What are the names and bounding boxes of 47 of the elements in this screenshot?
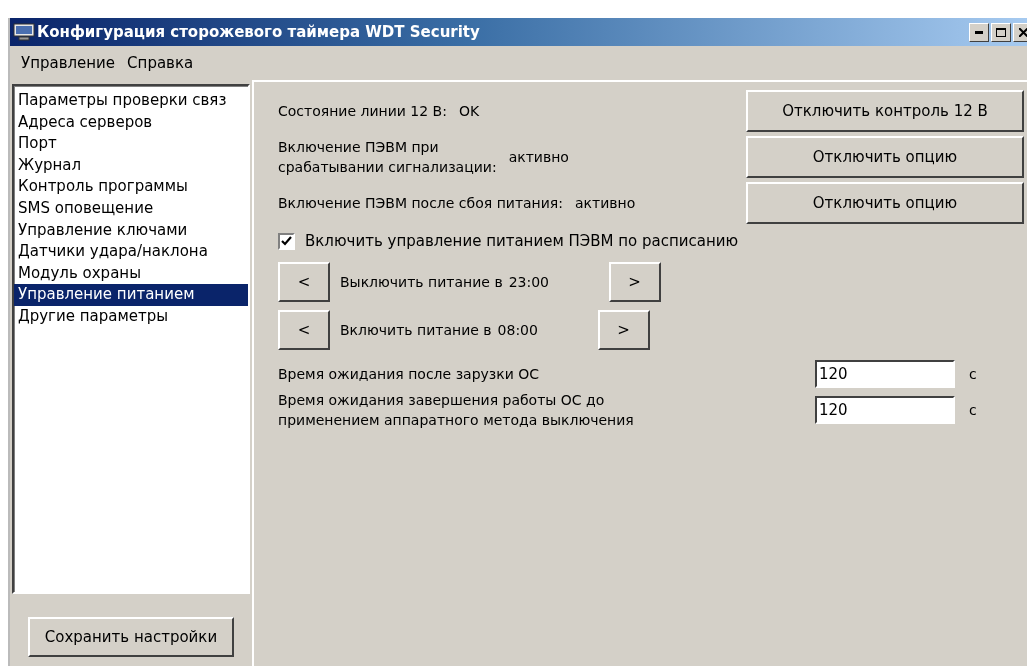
list-item[interactable]: Датчики удара/наклона: [14, 241, 248, 263]
status-label: Включение ПЭВМ после сбоя питания:: [278, 194, 563, 213]
status-value: OK: [458, 103, 480, 119]
timeout-field[interactable]: 120: [815, 360, 955, 388]
maximize-button[interactable]: [991, 22, 1011, 42]
window-title: Конфигурация сторожевого таймера WDT Security: [37, 23, 480, 41]
list-item[interactable]: Другие параметры: [14, 305, 248, 328]
list-item[interactable]: Параметры проверки связ: [14, 90, 248, 112]
minimize-icon: [975, 30, 983, 34]
list-item[interactable]: SMS оповещение: [14, 197, 248, 220]
unit-label: с: [969, 366, 977, 382]
menu-item[interactable]: Управление: [16, 54, 121, 72]
status-label: Состояние линии 12 В:: [278, 102, 447, 121]
unit-label: с: [969, 402, 977, 418]
status-value: активно: [575, 195, 636, 211]
monitor-icon: [13, 23, 35, 41]
previous-button[interactable]: <: [278, 310, 330, 350]
timeout-label: Время ожидания после зарузки ОС: [278, 365, 541, 384]
timeout-field[interactable]: 120: [815, 396, 955, 424]
list-item[interactable]: Модуль охраны: [14, 262, 248, 285]
time-value: 23:00: [508, 274, 550, 290]
close-button[interactable]: [1013, 22, 1027, 42]
time-label: Выключить питание в: [340, 274, 503, 290]
checkbox[interactable]: [278, 232, 295, 250]
status-label: Включение ПЭВМ при срабатывании сигнализации:: [278, 138, 497, 177]
list-item[interactable]: Контроль программы: [14, 176, 248, 198]
list-item[interactable]: Порт: [14, 133, 248, 155]
status-value: активно: [508, 149, 569, 165]
list-item[interactable]: Управление питанием: [14, 284, 248, 306]
disable-button[interactable]: Отключить опцию: [746, 136, 1024, 178]
list-item[interactable]: Журнал: [14, 154, 248, 177]
disable-button[interactable]: Отключить контроль 12 В: [746, 90, 1024, 132]
next-button[interactable]: >: [597, 310, 650, 350]
menu-item[interactable]: Справка: [122, 54, 199, 72]
time-label: Включить питание в: [340, 322, 492, 338]
next-button[interactable]: >: [608, 262, 661, 302]
list-item[interactable]: Адреса серверов: [14, 111, 248, 134]
previous-button[interactable]: <: [278, 262, 330, 302]
close-icon: [1019, 27, 1027, 37]
maximize-icon: [996, 27, 1006, 37]
disable-button[interactable]: Отключить опцию: [746, 182, 1024, 224]
checkbox-label: Включить управление питанием ПЭВМ по расписанию: [305, 232, 739, 250]
time-value: 08:00: [497, 322, 539, 338]
save-settings-button[interactable]: Сохранить настройки: [28, 617, 234, 657]
minimize-button[interactable]: [969, 22, 989, 42]
timeout-label: Время ожидания завершения работы ОС до применением аппаратного метода выключения: [278, 391, 635, 430]
list-item[interactable]: Управление ключами: [14, 219, 248, 242]
